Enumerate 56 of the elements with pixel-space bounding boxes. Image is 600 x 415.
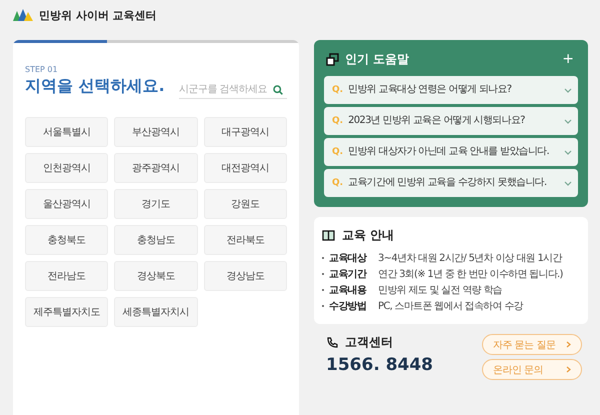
region-button[interactable]: 인천광역시: [25, 153, 108, 183]
faq-item[interactable]: Q. 민방위 교육대상 연령은 어떻게 되나요?: [324, 76, 578, 104]
info-value: 연간 3회(※ 1년 중 한 번만 이수하면 됩니다.): [378, 268, 563, 281]
panel-title: 지역을 선택하세요.: [25, 76, 165, 97]
region-button[interactable]: 울산광역시: [25, 189, 108, 219]
faq-question: 2023년 민방위 교육은 어떻게 시행되나요?: [348, 114, 526, 128]
windows-icon: [326, 52, 339, 66]
region-button[interactable]: 서울특별시: [25, 117, 108, 147]
info-label: 교육대상: [329, 252, 368, 265]
book-icon: [322, 229, 335, 242]
region-button[interactable]: 광주광역시: [114, 153, 198, 183]
faq-question: 민방위 대상자가 아닌데 교육 안내를 받았습니다.: [348, 145, 550, 159]
region-button[interactable]: 강원도: [204, 189, 287, 219]
info-value: PC, 스마트폰 웹에서 접속하여 수강: [378, 300, 523, 313]
faq-item[interactable]: Q. 민방위 대상자가 아닌데 교육 안내를 받았습니다.: [324, 138, 578, 166]
info-title: 교육 안내: [342, 227, 394, 244]
phone-icon: [326, 336, 339, 349]
faq-item[interactable]: Q. 교육기간에 민방위 교육을 수강하지 못했습니다.: [324, 169, 578, 197]
add-button[interactable]: +: [560, 51, 576, 67]
question-mark: Q.: [332, 85, 344, 95]
region-button[interactable]: 경상북도: [114, 261, 198, 291]
region-button[interactable]: 세종특별자치시: [114, 297, 198, 327]
logo-icon: [13, 9, 33, 21]
region-button[interactable]: 제주특별자치도: [25, 297, 108, 327]
question-mark: Q.: [332, 147, 344, 157]
chevron-icon[interactable]: [564, 88, 572, 92]
info-label: 교육기간: [329, 268, 368, 281]
region-button[interactable]: 경기도: [114, 189, 198, 219]
faq-item[interactable]: Q. 2023년 민방위 교육은 어떻게 시행되나요?: [324, 107, 578, 135]
region-button[interactable]: 전라남도: [25, 261, 108, 291]
chevron-icon[interactable]: [564, 118, 572, 124]
question-mark: Q.: [332, 178, 344, 188]
step-label: STEP 01: [25, 65, 59, 74]
region-button[interactable]: 전라북도: [204, 225, 287, 255]
question-mark: Q.: [332, 116, 344, 126]
region-button[interactable]: 대구광역시: [204, 117, 287, 147]
phone-number: 1566. 8448: [326, 355, 434, 375]
info-label: 교육내용: [329, 284, 368, 297]
region-button[interactable]: 대전광역시: [204, 153, 287, 183]
support-title: 고객센터: [345, 334, 393, 351]
region-button[interactable]: 충청북도: [25, 225, 108, 255]
chevron-icon[interactable]: [564, 180, 572, 186]
chevron-icon: [566, 366, 571, 373]
region-button[interactable]: 충청남도: [114, 225, 198, 255]
search-icon[interactable]: [273, 84, 283, 94]
info-label: 수강방법: [329, 300, 368, 313]
chevron-icon[interactable]: [564, 150, 572, 154]
region-button[interactable]: 부산광역시: [114, 117, 198, 147]
info-value: 3~4년차 대원 2시간/ 5년차 이상 대원 1시간: [378, 252, 562, 265]
faq-title: 인기 도움말: [345, 50, 410, 68]
chevron-icon: [566, 341, 571, 348]
faq-question: 민방위 교육대상 연령은 어떻게 되나요?: [348, 83, 512, 97]
faq-question: 교육기간에 민방위 교육을 수강하지 못했습니다.: [348, 176, 548, 190]
info-value: 민방위 제도 및 실전 역량 학습: [378, 284, 502, 297]
site-title: 민방위 사이버 교육센터: [39, 8, 157, 22]
region-button[interactable]: 경상남도: [204, 261, 287, 291]
